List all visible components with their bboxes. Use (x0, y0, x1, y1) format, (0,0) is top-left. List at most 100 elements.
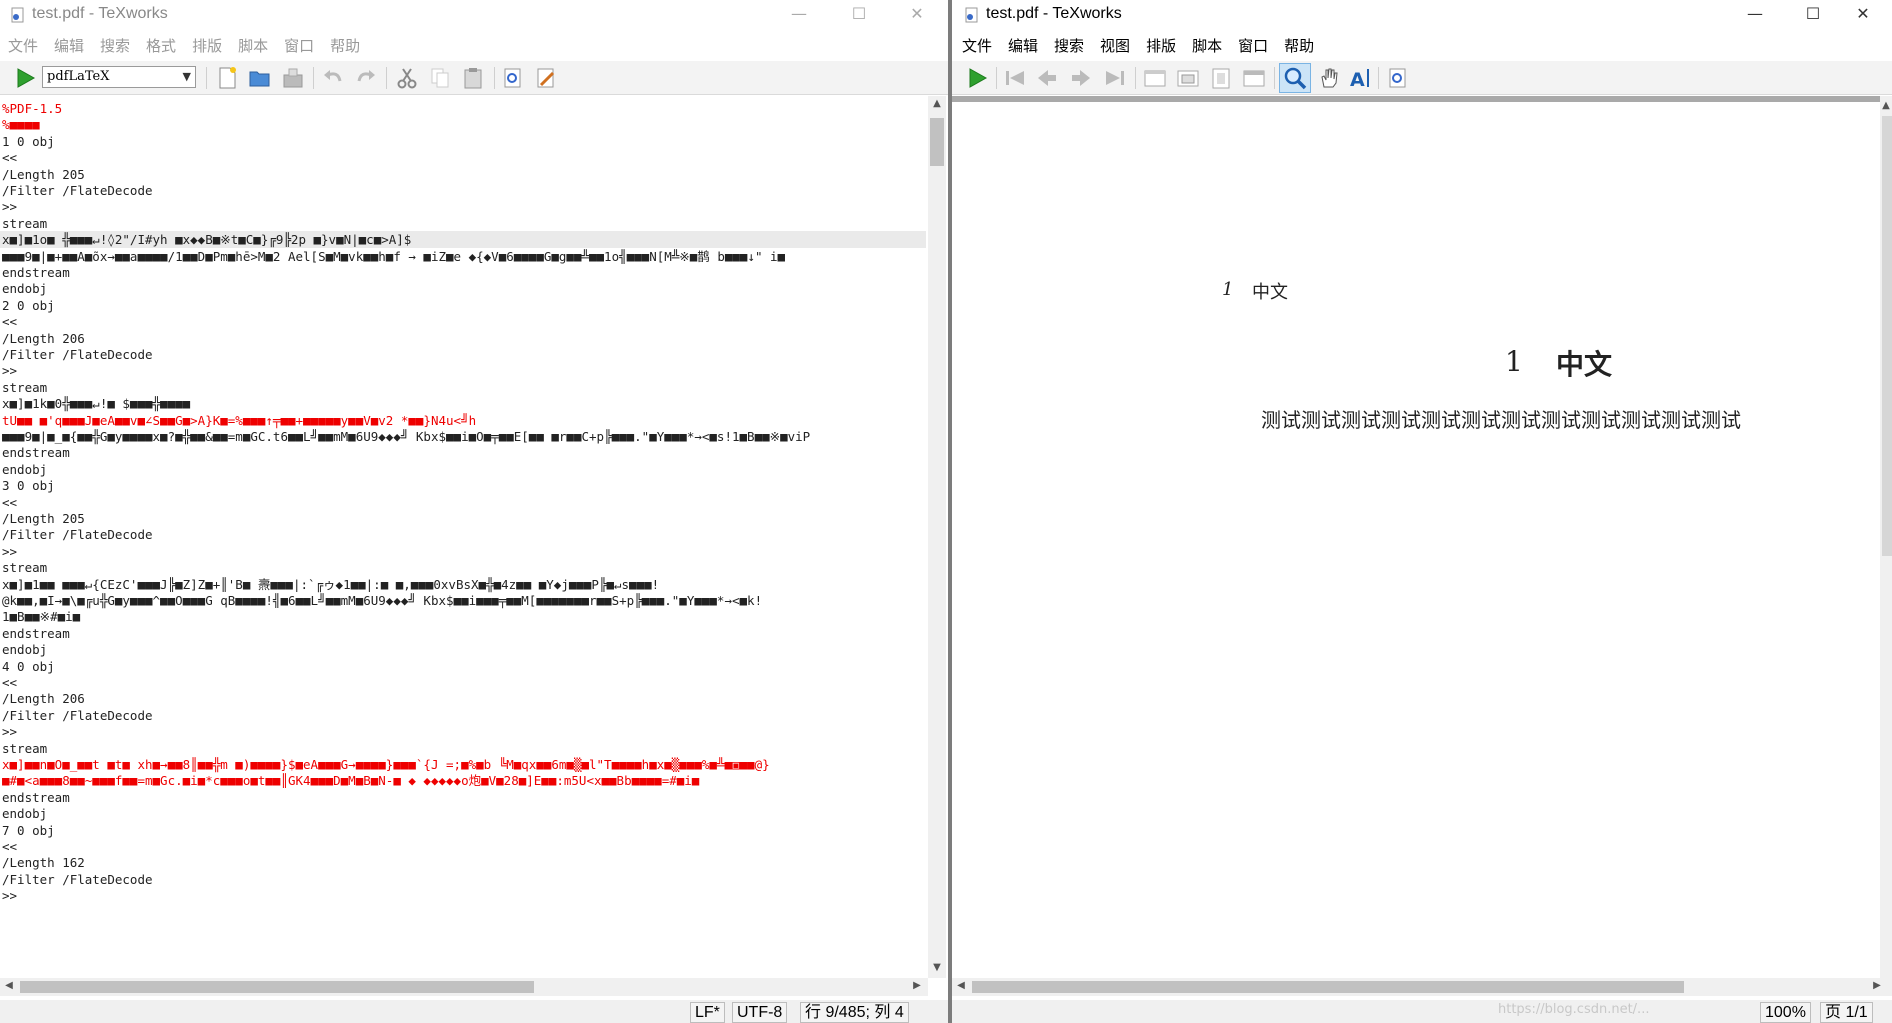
chevron-down-icon: ▼ (182, 70, 191, 83)
toolbar-divider (386, 67, 387, 89)
new-file-icon[interactable] (214, 65, 240, 91)
menu-edit[interactable]: 编辑 (46, 33, 92, 59)
viewer-title-bar[interactable]: test.pdf - TeXworks — ☐ ✕ (952, 0, 1892, 30)
scroll-up-icon[interactable]: ▲ (928, 98, 946, 109)
scroll-left-icon[interactable]: ◀ (952, 980, 970, 991)
editor-line: 3 0 obj (2, 478, 55, 494)
editor-vertical-scrollbar[interactable]: ▲ ▼ (928, 96, 946, 978)
editor-line: /Length 206 (2, 691, 85, 707)
cut-icon[interactable] (394, 65, 420, 91)
minimize-icon[interactable]: — (1726, 0, 1784, 30)
cursor-position[interactable]: 行 9/485; 列 4 (800, 1002, 909, 1023)
menu-search[interactable]: 搜索 (92, 33, 138, 59)
editor-line: /Length 205 (2, 511, 85, 526)
minimize-icon[interactable]: — (770, 0, 828, 30)
menu-help[interactable]: 帮助 (322, 33, 368, 59)
menu-typeset[interactable]: 排版 (184, 33, 230, 59)
texworks-app-icon (965, 7, 978, 23)
pdf-page-view[interactable]: 1 中文 1 中文 测试测试测试测试测试测试测试测试测试测试测试测试 (952, 96, 1882, 982)
scrollbar-thumb[interactable] (972, 981, 1684, 993)
paste-icon[interactable] (460, 65, 486, 91)
typeset-play-icon[interactable] (12, 65, 38, 91)
menu-typeset[interactable]: 排版 (1138, 33, 1184, 59)
scrollbar-thumb[interactable] (930, 118, 944, 166)
typeset-play-icon[interactable] (964, 65, 990, 91)
magnify-icon (1284, 67, 1307, 90)
menu-search[interactable]: 搜索 (1046, 33, 1092, 59)
select-text-icon[interactable]: A (1348, 65, 1374, 91)
redo-icon[interactable] (353, 65, 379, 91)
find-icon[interactable] (1385, 65, 1411, 91)
menu-scripts[interactable]: 脚本 (230, 33, 276, 59)
page-indicator[interactable]: 页 1/1 (1820, 1002, 1873, 1023)
open-folder-icon[interactable] (247, 65, 273, 91)
previous-page-icon[interactable] (1034, 65, 1060, 91)
editor-line: x■]■■n■O■_■■t ■t■ xh■→■■8║■■╬m ■)■■■■}$■… (2, 757, 770, 772)
fit-page-icon[interactable] (1208, 65, 1234, 91)
editor-line: ■#■<a■■■8■■~■■■f■■=m■Gc.■i■*c■■■o■t■■║GK… (2, 773, 700, 789)
editor-line: endobj (2, 642, 48, 658)
menu-file[interactable]: 文件 (0, 33, 46, 59)
maximize-icon[interactable]: ☐ (830, 0, 888, 30)
menu-window[interactable]: 窗口 (276, 33, 322, 59)
editor-line: /Length 206 (2, 330, 85, 346)
fit-width-icon[interactable] (1175, 65, 1201, 91)
undo-icon[interactable] (320, 65, 346, 91)
scroll-right-icon[interactable]: ▶ (908, 980, 926, 991)
editor-line: stream (2, 560, 48, 576)
scroll-right-icon[interactable]: ▶ (1868, 980, 1886, 991)
viewer-horizontal-scrollbar[interactable]: ◀ ▶ (952, 978, 1892, 996)
last-page-icon[interactable] (1102, 65, 1128, 91)
editor-line: 1 0 obj (2, 133, 55, 149)
editor-line: %■■■■ (2, 117, 40, 133)
editor-line: /Length 205 (2, 166, 85, 182)
pdf-body-text: 测试测试测试测试测试测试测试测试测试测试测试测试 (1261, 408, 1741, 432)
scroll-down-icon[interactable]: ▼ (928, 962, 946, 973)
viewer-vertical-scrollbar[interactable]: ▲ (1880, 96, 1892, 982)
find-icon[interactable] (500, 65, 526, 91)
menu-file[interactable]: 文件 (954, 33, 1000, 59)
editor-line: 1■B■■※#■i■ (2, 609, 81, 625)
pdf-section-number: 1 (1505, 345, 1523, 378)
engine-select[interactable]: pdfLaTeX ▼ (42, 66, 196, 88)
next-page-icon[interactable] (1068, 65, 1094, 91)
scroll-left-icon[interactable]: ◀ (0, 980, 18, 991)
menu-window[interactable]: 窗口 (1230, 33, 1276, 59)
close-icon[interactable]: ✕ (1834, 0, 1892, 30)
editor-title-bar[interactable]: test.pdf - TeXworks — ☐ ✕ (0, 0, 948, 30)
editor-line: endstream (2, 265, 70, 280)
first-page-icon[interactable] (1002, 65, 1028, 91)
menu-scripts[interactable]: 脚本 (1184, 33, 1230, 59)
save-icon[interactable] (280, 65, 306, 91)
editor-line: 4 0 obj (2, 658, 55, 674)
scroll-up-icon[interactable]: ▲ (1877, 100, 1892, 111)
menu-view[interactable]: 视图 (1092, 33, 1138, 59)
editor-line: << (2, 839, 18, 854)
menu-help[interactable]: 帮助 (1276, 33, 1322, 59)
scrollbar-thumb[interactable] (1882, 116, 1892, 556)
close-icon[interactable]: ✕ (888, 0, 946, 30)
copy-icon[interactable] (427, 65, 453, 91)
editor-line: x■]■1k■0╬■■■↵!■ $■■■╬■■■■ (2, 396, 191, 412)
scrollbar-thumb[interactable] (20, 981, 534, 993)
encoding-indicator[interactable]: UTF-8 (732, 1002, 788, 1023)
pdf-header-number: 1 (1222, 279, 1234, 300)
zoom-level[interactable]: 100% (1760, 1002, 1811, 1023)
editor-line: << (2, 150, 18, 166)
replace-icon[interactable] (533, 65, 559, 91)
fit-window-icon[interactable] (1241, 65, 1267, 91)
hand-scroll-icon[interactable] (1316, 65, 1342, 91)
editor-horizontal-scrollbar[interactable]: ◀ ▶ (0, 978, 928, 996)
line-ending-indicator[interactable]: LF* (690, 1002, 725, 1023)
editor-line: x■]■1o■ ╬■■■↵!◊2"/I#yh ■x◆◆B■※t■C■}╔9╠2p… (0, 231, 926, 249)
magnify-tool-button[interactable] (1279, 63, 1311, 93)
editor-line: /Filter /FlateDecode (2, 527, 153, 543)
menu-edit[interactable]: 编辑 (1000, 33, 1046, 59)
editor-line: @k■■,■I→■\■╔u╬G■y■■■^■■O■■■G qB■■■■!╣■6■… (2, 593, 763, 608)
menu-format[interactable]: 格式 (138, 33, 184, 59)
source-editor[interactable]: %PDF-1.5 %■■■■ 1 0 obj <</Length 205/Filter… (0, 96, 926, 978)
viewer-toolbar: A (952, 61, 1892, 95)
actual-size-icon[interactable] (1142, 65, 1168, 91)
editor-menu-bar: 文件 编辑 搜索 格式 排版 脚本 窗口 帮助 (0, 33, 948, 59)
editor-line: >> (2, 363, 18, 379)
